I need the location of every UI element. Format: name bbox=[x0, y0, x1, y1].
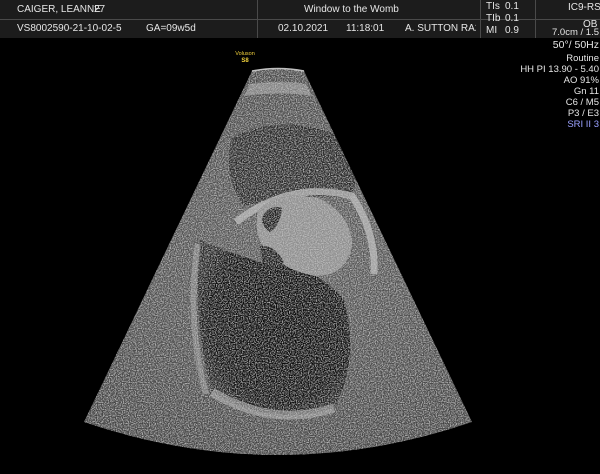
param-persistence-enhance: P3 / E3 bbox=[567, 108, 599, 119]
param-angle-frame-rate: 50°/ 50Hz bbox=[552, 39, 599, 51]
param-depth: 7.0cm / 1.5 bbox=[552, 27, 599, 38]
param-contrast-map: C6 / M5 bbox=[565, 97, 599, 108]
param-gain: Gn 11 bbox=[573, 86, 599, 97]
param-acoustic-output: AO 91% bbox=[563, 75, 599, 86]
brand-logo-model: S8 bbox=[241, 57, 249, 64]
param-mode: Routine bbox=[566, 53, 599, 64]
param-harmonic-pi: HH PI 13.90 - 5.40 bbox=[520, 64, 599, 75]
ultrasound-image bbox=[84, 67, 472, 455]
param-sri: SRI II 3 bbox=[567, 119, 599, 130]
brand-logo: Voluson S8 bbox=[228, 51, 262, 64]
